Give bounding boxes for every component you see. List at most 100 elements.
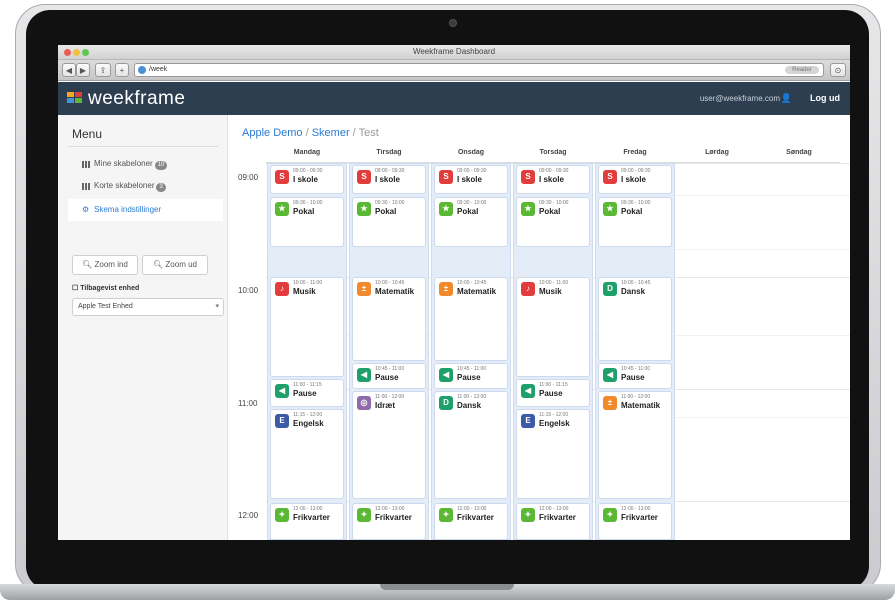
event-card[interactable]: ✦ 12:00 - 13:00 Frikvarter bbox=[270, 503, 344, 540]
menu-divider bbox=[68, 146, 218, 147]
event-time: 10:00 - 10:45 bbox=[621, 280, 651, 286]
event-card[interactable]: ✦ 12:00 - 13:00 Frikvarter bbox=[516, 503, 590, 540]
event-card[interactable]: D 10:00 - 10:45 Dansk bbox=[598, 277, 672, 361]
event-title: Matematik bbox=[375, 287, 415, 296]
event-card[interactable]: S 09:00 - 09:30 I skole bbox=[270, 165, 344, 194]
zoom-in-button[interactable]: 🔍︎ Zoom ind bbox=[72, 255, 138, 275]
sidebar: Menu Mine skabeloner 10 Korte skabeloner 3… bbox=[58, 115, 228, 540]
event-card[interactable]: ✦ 12:00 - 13:00 Frikvarter bbox=[352, 503, 426, 540]
new-tab-button[interactable]: + bbox=[115, 63, 129, 77]
app-header: weekframe user@weekframe.com 👤 Log ud bbox=[58, 82, 850, 115]
globe-icon bbox=[138, 66, 146, 74]
event-card[interactable]: ±11:00 - 12:00 Matematik bbox=[598, 391, 672, 499]
day-header-thu: Torsdag bbox=[512, 149, 594, 163]
breadcrumb-current: Test bbox=[358, 127, 379, 139]
event-card[interactable]: ★ 09:30 - 10:00 Pokal bbox=[352, 197, 426, 247]
grid-icon bbox=[82, 161, 90, 168]
event-title: Pause bbox=[375, 373, 399, 382]
event-title: Musik bbox=[539, 287, 562, 296]
share-button[interactable]: ⇪ bbox=[95, 63, 111, 77]
sidebar-item-short-templates[interactable]: Korte skabeloner 3 bbox=[68, 175, 223, 197]
subject-icon: ◀ bbox=[521, 384, 535, 398]
subject-icon: ✦ bbox=[275, 508, 289, 522]
event-title: Engelsk bbox=[539, 419, 570, 428]
event-title: Pause bbox=[457, 373, 481, 382]
breadcrumb-separator: / bbox=[349, 127, 359, 139]
logout-link[interactable]: Log ud bbox=[810, 93, 840, 103]
subject-icon: ◎ bbox=[357, 396, 371, 410]
event-card[interactable]: ✦ 12:00 - 13:00 Frikvarter bbox=[434, 503, 508, 540]
subject-icon: D bbox=[439, 396, 453, 410]
event-card[interactable]: ◀ 11:00 - 11:15 Pause bbox=[516, 379, 590, 407]
event-time: 10:45 - 11:00 bbox=[457, 366, 487, 372]
event-card[interactable]: S 09:00 - 09:30 I skole bbox=[516, 165, 590, 194]
address-text: /week bbox=[149, 66, 168, 73]
week-calendar: Mandag Tirsdag Onsdag Torsdag Fredag Lør… bbox=[236, 149, 850, 540]
event-time: 09:00 - 09:30 bbox=[457, 168, 487, 174]
subject-icon: S bbox=[275, 170, 289, 184]
event-time: 12:00 - 13:00 bbox=[539, 506, 569, 512]
event-card[interactable]: ♪ 10:00 - 11:00 Musik bbox=[516, 277, 590, 377]
forward-button[interactable]: ▶ bbox=[76, 63, 90, 77]
subject-icon: S bbox=[357, 170, 371, 184]
event-time: 11:00 - 12:00 bbox=[457, 394, 487, 400]
event-title: Pokal bbox=[293, 207, 315, 216]
event-card[interactable]: ★ 09:30 - 10:00 Pokal bbox=[598, 197, 672, 247]
event-time: 09:00 - 09:30 bbox=[375, 168, 405, 174]
day-header-tue: Tirsdag bbox=[348, 149, 430, 163]
back-button[interactable]: ◀ bbox=[62, 63, 76, 77]
app-logo[interactable]: weekframe bbox=[88, 88, 185, 110]
event-title: I skole bbox=[539, 175, 564, 184]
event-time: 10:45 - 11:00 bbox=[375, 366, 405, 372]
event-card[interactable]: D 11:00 - 12:00 Dansk bbox=[434, 391, 508, 499]
event-time: 11:00 - 11:15 bbox=[539, 382, 568, 388]
event-card[interactable]: ★ 09:30 - 10:00 Pokal bbox=[516, 197, 590, 247]
subject-icon: ◀ bbox=[275, 384, 289, 398]
event-card[interactable]: S 09:00 - 09:30 I skole bbox=[598, 165, 672, 194]
sidebar-item-schedule-settings[interactable]: ⚙ Skema indstillinger bbox=[68, 199, 223, 221]
device-select[interactable]: Apple Test Enhed ▾ bbox=[72, 298, 224, 316]
event-time: 09:00 - 09:30 bbox=[621, 168, 651, 174]
event-title: Matematik bbox=[621, 401, 661, 410]
event-card[interactable]: S 09:00 - 09:30 I skole bbox=[434, 165, 508, 194]
subject-icon: ★ bbox=[357, 202, 371, 216]
event-card[interactable]: ◀ 10:45 - 11:00 Pause bbox=[352, 363, 426, 389]
event-card[interactable]: ◀ 10:45 - 11:00 Pause bbox=[434, 363, 508, 389]
subject-icon: E bbox=[275, 414, 289, 428]
event-card[interactable]: E 11:15 - 12:00 Engelsk bbox=[516, 409, 590, 499]
address-bar[interactable]: /week Reader bbox=[134, 63, 824, 77]
user-email[interactable]: user@weekframe.com bbox=[700, 94, 780, 103]
reader-button[interactable]: Reader bbox=[785, 66, 819, 74]
hide-device-checkbox[interactable]: ☐ Tilbagevist enhed bbox=[72, 284, 139, 292]
event-card[interactable]: ±10:00 - 10:45 Matematik bbox=[352, 277, 426, 361]
event-title: I skole bbox=[375, 175, 400, 184]
event-card[interactable]: ✦ 12:00 - 13:00 Frikvarter bbox=[598, 503, 672, 540]
breadcrumb-link-schedules[interactable]: Skemer bbox=[312, 127, 350, 139]
breadcrumb-link-apple-demo[interactable]: Apple Demo bbox=[242, 127, 303, 139]
event-card[interactable]: ♪ 10:00 - 11:00 Musik bbox=[270, 277, 344, 377]
event-card[interactable]: ±10:00 - 10:45 Matematik bbox=[434, 277, 508, 361]
zoom-out-label: Zoom ud bbox=[165, 260, 197, 269]
sidebar-item-label: Korte skabeloner bbox=[94, 181, 155, 190]
device-select-value: Apple Test Enhed bbox=[78, 303, 133, 310]
downloads-button[interactable]: ⊙ bbox=[830, 63, 846, 77]
event-card[interactable]: ★ 09:30 - 10:00 Pokal bbox=[434, 197, 508, 247]
user-icon[interactable]: 👤 bbox=[781, 93, 792, 104]
subject-icon: ✦ bbox=[439, 508, 453, 522]
menu-title: Menu bbox=[72, 127, 103, 141]
event-card[interactable]: E 11:15 - 12:00 Engelsk bbox=[270, 409, 344, 499]
logo-icon bbox=[67, 92, 83, 104]
zoom-in-label: Zoom ind bbox=[94, 260, 128, 269]
event-card[interactable]: ★ 09:30 - 10:00 Pokal bbox=[270, 197, 344, 247]
breadcrumb-separator: / bbox=[302, 127, 312, 139]
event-card[interactable]: ◀ 10:45 - 11:00 Pause bbox=[598, 363, 672, 389]
event-card[interactable]: ◀ 11:00 - 11:15 Pause bbox=[270, 379, 344, 407]
event-card[interactable]: ◎ 11:00 - 12:00 Idræt bbox=[352, 391, 426, 499]
count-badge: 10 bbox=[154, 161, 168, 170]
subject-icon: ★ bbox=[275, 202, 289, 216]
event-title: Dansk bbox=[621, 287, 646, 296]
zoom-out-button[interactable]: 🔍︎ Zoom ud bbox=[142, 255, 208, 275]
sidebar-item-my-templates[interactable]: Mine skabeloner 10 bbox=[68, 153, 223, 175]
event-title: Dansk bbox=[457, 401, 482, 410]
event-card[interactable]: S 09:00 - 09:30 I skole bbox=[352, 165, 426, 194]
